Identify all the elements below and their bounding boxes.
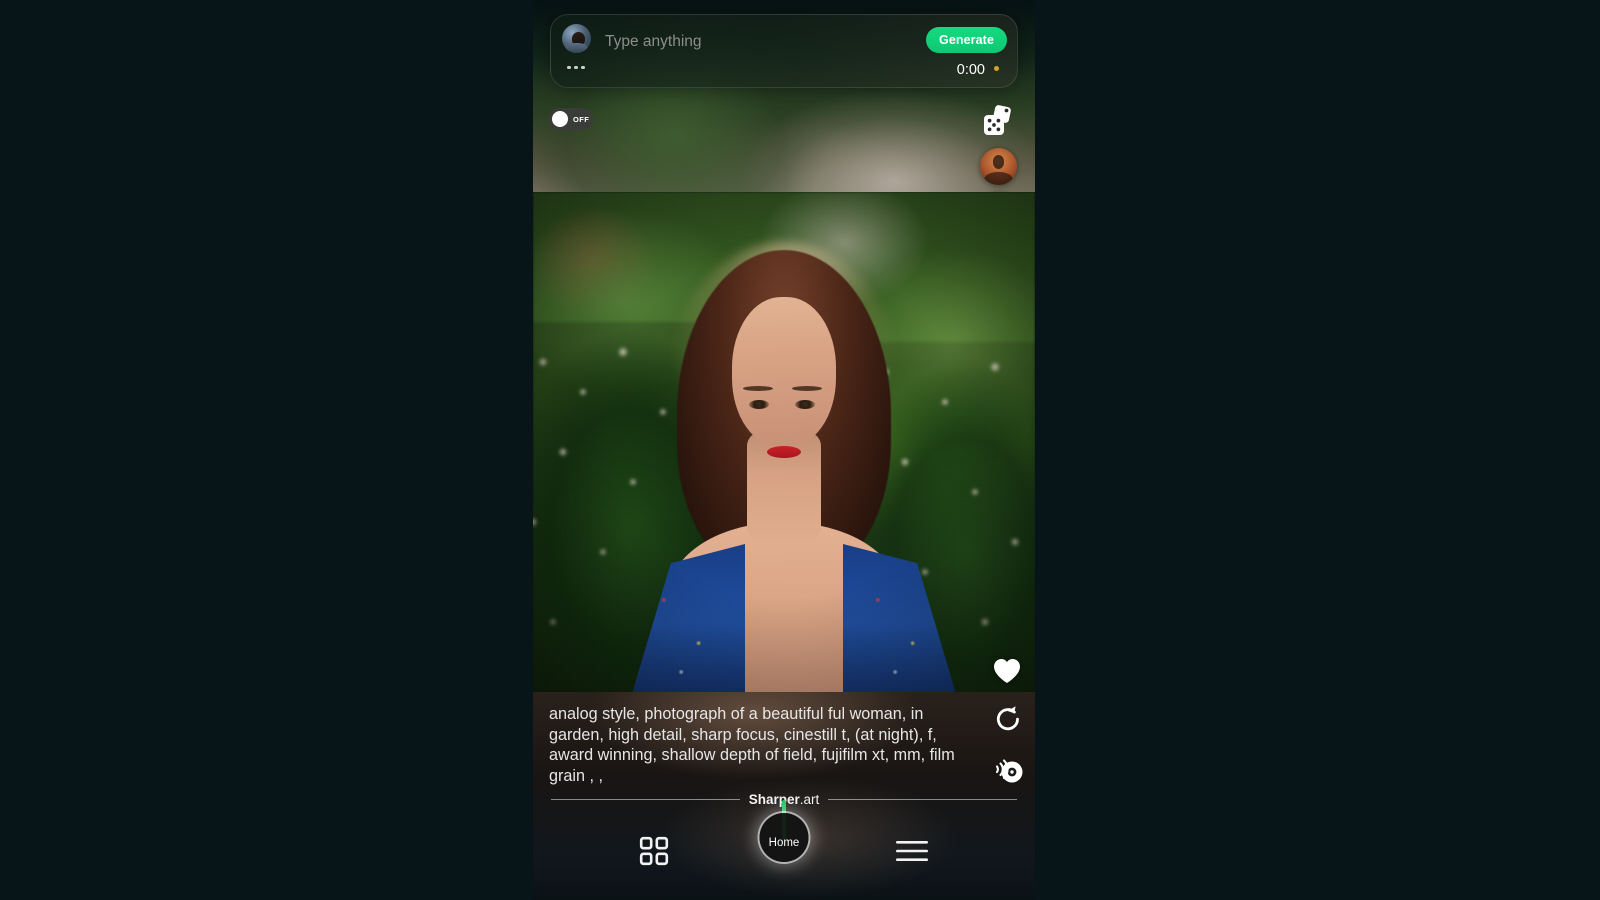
- generated-image[interactable]: [533, 192, 1035, 692]
- avatar-body-shape: [565, 43, 589, 53]
- prompt-input[interactable]: [605, 30, 935, 54]
- home-button[interactable]: Home: [759, 813, 809, 862]
- dot-3: [581, 65, 585, 69]
- generate-button[interactable]: Generate: [926, 27, 1007, 53]
- thumb-head-shape: [992, 155, 1005, 169]
- brand-rule-right: [828, 799, 1018, 800]
- mode-toggle[interactable]: OFF: [549, 108, 593, 130]
- gallery-grid-icon[interactable]: [639, 836, 669, 866]
- phone-viewport: Generate 0:00 OFF: [533, 0, 1035, 900]
- user-avatar[interactable]: [562, 24, 591, 53]
- toggle-state-label: OFF: [573, 114, 590, 124]
- toggle-knob: [552, 111, 568, 127]
- timer-label: 0:00: [956, 62, 985, 78]
- regenerate-icon[interactable]: [993, 704, 1023, 734]
- dice-icon[interactable]: [981, 104, 1015, 138]
- thumb-body-shape: [983, 172, 1014, 185]
- result-actions: [993, 704, 1023, 784]
- dot-1: [567, 65, 571, 69]
- radar-icon[interactable]: [993, 754, 1023, 784]
- image-film-grain: [533, 192, 1035, 692]
- brand-rule-left: [551, 799, 740, 800]
- app-root: Generate 0:00 OFF: [0, 0, 1600, 900]
- brand-tld: .art: [799, 792, 820, 807]
- dot-2: [574, 65, 578, 69]
- brand-name: Sharper: [748, 792, 800, 807]
- prompt-bar: Generate 0:00: [550, 14, 1018, 88]
- thumbnail-1[interactable]: [980, 148, 1017, 185]
- bottom-panel: analog style, photograph of a beautiful …: [533, 692, 1035, 900]
- home-label: Home: [768, 836, 800, 849]
- generated-prompt-text: analog style, photograph of a beautiful …: [549, 705, 955, 785]
- status-dot: [994, 66, 999, 71]
- heart-icon[interactable]: [993, 658, 1021, 684]
- overflow-menu-icon[interactable]: [565, 62, 587, 74]
- menu-icon[interactable]: [895, 838, 929, 864]
